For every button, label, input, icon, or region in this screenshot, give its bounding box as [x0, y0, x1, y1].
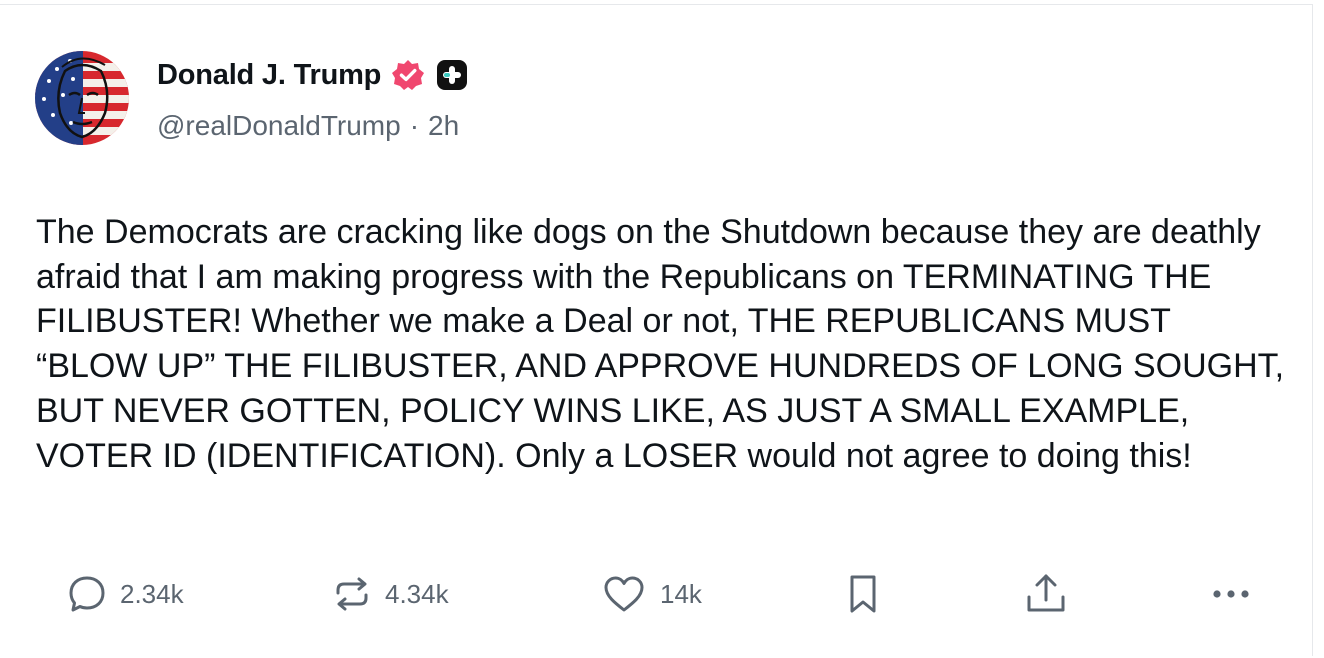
- share-button[interactable]: [1022, 570, 1070, 618]
- reply-count: 2.34k: [120, 578, 184, 609]
- more-options-button[interactable]: [1208, 570, 1254, 618]
- author-avatar[interactable]: [35, 51, 129, 145]
- repost-count: 4.34k: [385, 578, 449, 609]
- post-actions: 2.34k 4.34k 14k: [0, 570, 1313, 618]
- share-icon: [1022, 571, 1070, 617]
- reply-icon: [66, 573, 108, 615]
- flag-face-avatar-icon: [35, 51, 129, 145]
- like-count: 14k: [660, 578, 702, 609]
- more-icon: [1208, 573, 1254, 615]
- author-name[interactable]: Donald J. Trump: [157, 59, 381, 92]
- repost-icon: [331, 573, 373, 615]
- author-name-row: Donald J. Trump: [157, 55, 469, 95]
- plus-badge-icon: [435, 58, 469, 92]
- verified-badge-icon: [391, 58, 425, 92]
- like-icon: [600, 573, 648, 615]
- author-meta: @realDonaldTrump · 2h: [157, 110, 459, 142]
- author-handle[interactable]: @realDonaldTrump: [157, 110, 401, 142]
- meta-separator: ·: [409, 110, 420, 141]
- bookmark-button[interactable]: [844, 570, 882, 618]
- bookmark-icon: [844, 571, 882, 617]
- like-button[interactable]: 14k: [600, 570, 702, 618]
- post-body: The Democrats are cracking like dogs on …: [36, 213, 1285, 475]
- repost-button[interactable]: 4.34k: [331, 570, 449, 618]
- reply-button[interactable]: 2.34k: [66, 570, 184, 618]
- post-card: Donald J. Trump @realDonaldTrump · 2h Th…: [0, 4, 1313, 656]
- post-timestamp[interactable]: 2h: [428, 110, 459, 142]
